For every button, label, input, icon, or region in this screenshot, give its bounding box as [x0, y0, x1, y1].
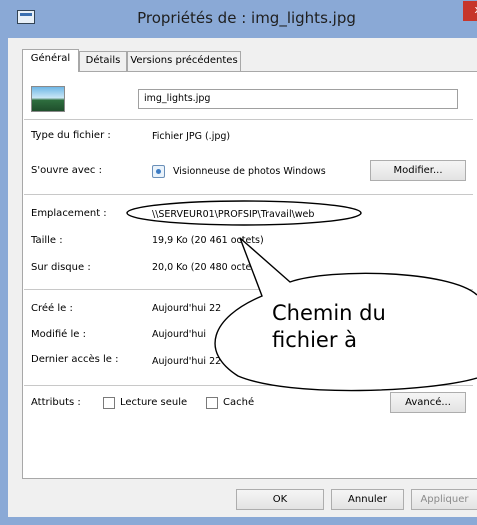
type-label: Type du fichier :: [31, 130, 111, 141]
window-title: Propriétés de : img_lights.jpg: [137, 9, 356, 27]
callout-line-2: fichier à: [272, 328, 358, 352]
opens-with-value: Visionneuse de photos Windows: [173, 166, 326, 177]
tab-details[interactable]: Détails: [79, 51, 127, 71]
image-thumbnail-icon: [31, 86, 65, 112]
close-button[interactable]: x: [463, 1, 477, 21]
separator: [24, 289, 473, 290]
ok-button[interactable]: OK: [236, 489, 324, 510]
callout-text: Chemin du fichier à: [272, 300, 386, 354]
hidden-label[interactable]: Caché: [223, 397, 254, 408]
attributes-label: Attributs :: [31, 397, 81, 408]
advanced-button[interactable]: Avancé...: [390, 392, 466, 413]
separator: [24, 194, 473, 195]
apply-button[interactable]: Appliquer: [411, 489, 477, 510]
location-value[interactable]: \\SERVEUR01\PROFSIP\Travail\web: [152, 209, 314, 220]
modified-label: Modifié le :: [31, 329, 86, 340]
tab-general[interactable]: Général: [22, 49, 79, 72]
tab-previous-versions[interactable]: Versions précédentes: [127, 51, 241, 71]
readonly-label[interactable]: Lecture seule: [120, 397, 187, 408]
title-bar[interactable]: Propriétés de : img_lights.jpg x: [8, 0, 477, 38]
size-value: 19,9 Ko (20 461 octets): [152, 235, 264, 246]
opens-with-label: S'ouvre avec :: [31, 165, 102, 176]
last-accessed-label: Dernier accès le :: [31, 354, 119, 365]
separator: [24, 119, 473, 120]
size-label: Taille :: [31, 235, 63, 246]
created-value: Aujourd'hui 22: [152, 303, 222, 314]
file-name-input[interactable]: img_lights.jpg: [138, 89, 458, 109]
last-accessed-value: Aujourd'hui 22: [152, 356, 222, 367]
created-label: Créé le :: [31, 303, 73, 314]
separator: [24, 385, 473, 386]
hidden-checkbox[interactable]: [206, 397, 218, 409]
cancel-button[interactable]: Annuler: [331, 489, 404, 510]
modified-value: Aujourd'hui: [152, 329, 207, 340]
type-value: Fichier JPG (.jpg): [152, 131, 231, 142]
readonly-checkbox[interactable]: [103, 397, 115, 409]
location-label: Emplacement :: [31, 208, 107, 219]
photo-viewer-icon: [152, 165, 165, 178]
disk-size-label: Sur disque :: [31, 262, 91, 273]
modify-button[interactable]: Modifier...: [370, 160, 466, 181]
callout-line-1: Chemin du: [272, 301, 386, 325]
disk-size-value: 20,0 Ko (20 480 octets): [152, 262, 264, 273]
